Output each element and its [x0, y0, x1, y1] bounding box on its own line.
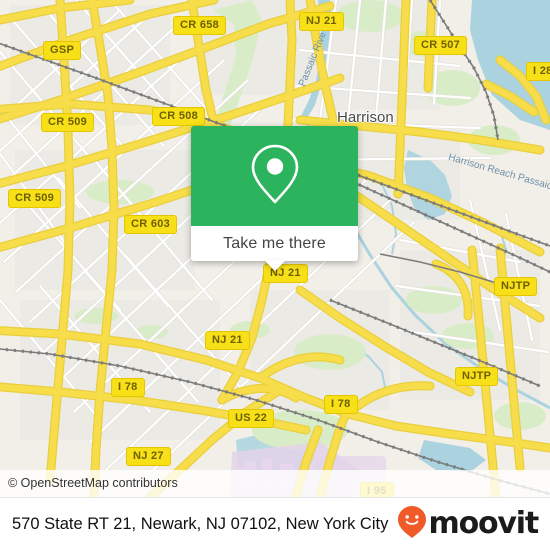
road-shield-i-280[interactable]: I 280 [526, 62, 550, 81]
road-shield-nj-27[interactable]: NJ 27 [126, 447, 171, 466]
road-shield-i-78-w[interactable]: I 78 [111, 378, 145, 397]
place-label-harrison: Harrison [337, 109, 394, 126]
moovit-brand[interactable]: moovit [397, 505, 540, 544]
road-shield-njtp-a[interactable]: NJTP [494, 277, 538, 296]
take-me-there-label: Take me there [223, 234, 326, 252]
road-shield-cr-603[interactable]: CR 603 [124, 215, 178, 234]
osm-attribution[interactable]: © OpenStreetMap contributors [0, 470, 550, 497]
road-shield-nj-21-n[interactable]: NJ 21 [299, 12, 344, 31]
card-footer[interactable]: Take me there [191, 226, 358, 271]
road-shield-njtp-b[interactable]: NJTP [455, 367, 499, 386]
road-shield-cr-658[interactable]: CR 658 [173, 16, 227, 35]
road-shield-i-78-e[interactable]: I 78 [324, 395, 358, 414]
road-shield-cr-507[interactable]: CR 507 [414, 36, 468, 55]
footer-bar: 570 State RT 21, Newark, NJ 07102, New Y… [0, 497, 550, 550]
road-shield-cr-509-a[interactable]: CR 509 [41, 113, 95, 132]
map-screenshot: .road-major{stroke:#f7dd4a;stroke-lineca… [0, 0, 550, 550]
card-header [191, 126, 358, 226]
address-text: 570 State RT 21, Newark, NJ 07102, New Y… [12, 514, 389, 533]
road-shield-nj-21-s[interactable]: NJ 21 [205, 331, 250, 350]
take-me-there-card[interactable]: Take me there [191, 126, 358, 271]
card-pointer-tail [263, 260, 286, 271]
road-shield-cr-508[interactable]: CR 508 [152, 107, 206, 126]
road-shield-cr-509-b[interactable]: CR 509 [8, 189, 62, 208]
location-pin-icon [251, 143, 299, 210]
moovit-pin-smiley-icon [397, 505, 427, 544]
moovit-wordmark: moovit [428, 506, 540, 541]
road-shield-us-22[interactable]: US 22 [228, 409, 275, 428]
road-shield-gsp[interactable]: GSP [43, 41, 82, 60]
